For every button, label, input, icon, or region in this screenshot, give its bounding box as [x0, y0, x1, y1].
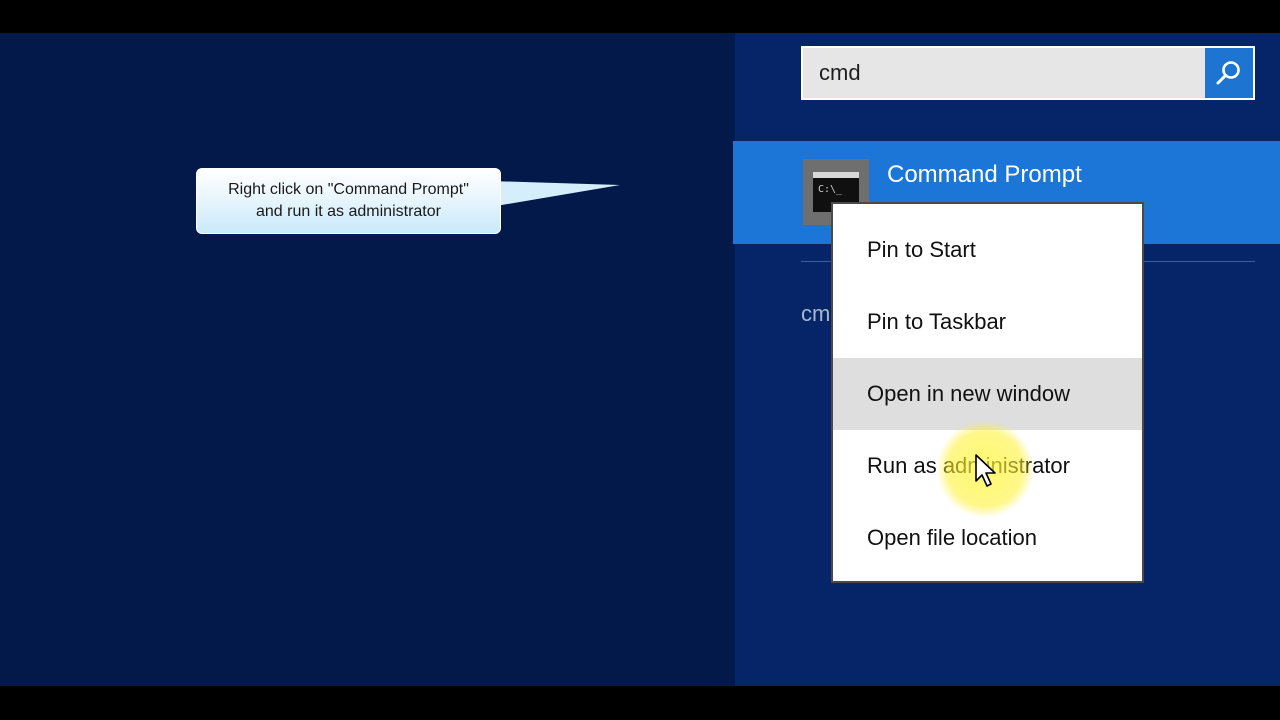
callout-line-1: Right click on "Command Prompt" [228, 181, 469, 198]
menu-item-label: Open in new window [867, 381, 1071, 406]
tutorial-area [0, 33, 735, 686]
menu-item-pin-to-taskbar[interactable]: Pin to Taskbar [833, 286, 1142, 358]
tutorial-callout: Right click on "Command Prompt" and run … [196, 168, 501, 234]
search-icon [1216, 61, 1240, 85]
search-input[interactable] [803, 48, 1205, 98]
callout-pointer [490, 181, 620, 207]
menu-item-pin-to-start[interactable]: Pin to Start [833, 214, 1142, 286]
menu-item-label: Pin to Taskbar [867, 309, 1007, 334]
screen: Right click on "Command Prompt" and run … [0, 33, 1280, 686]
menu-item-label: Open file location [867, 525, 1037, 550]
menu-item-label: Run as administrator [867, 453, 1070, 478]
menu-item-run-as-administrator[interactable]: Run as administrator [833, 430, 1142, 502]
search-button[interactable] [1205, 48, 1253, 98]
search-result-label: Command Prompt [887, 161, 1082, 188]
menu-item-open-in-new-window[interactable]: Open in new window [833, 358, 1142, 430]
search-result-secondary[interactable]: cm [801, 301, 830, 327]
menu-item-label: Pin to Start [867, 237, 976, 262]
menu-item-open-file-location[interactable]: Open file location [833, 502, 1142, 574]
context-menu: Pin to Start Pin to Taskbar Open in new … [831, 202, 1144, 583]
callout-line-2: and run it as administrator [256, 203, 441, 220]
search-box [801, 46, 1255, 100]
